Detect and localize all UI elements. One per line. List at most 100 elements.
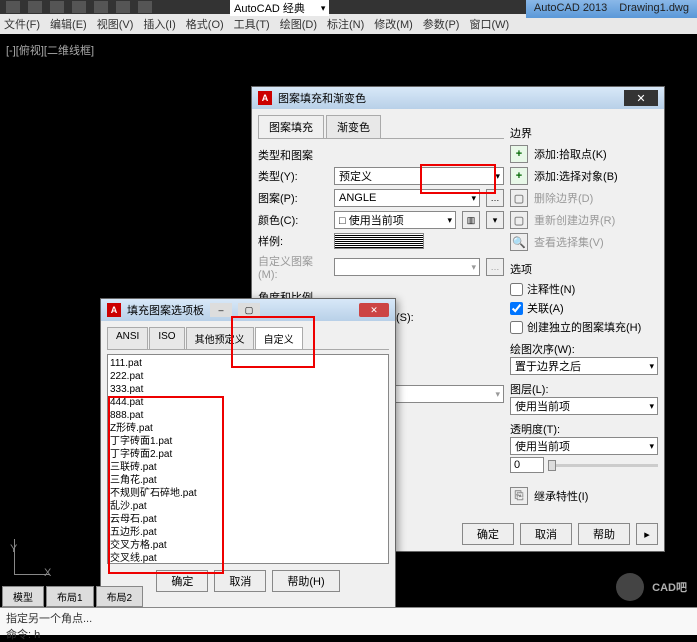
menu-param[interactable]: 参数(P) [423, 16, 460, 32]
plus-icon[interactable]: + [510, 167, 528, 185]
bg-color-button[interactable]: ▥ [462, 211, 480, 229]
viewport-label[interactable]: [-][俯视][二维线框] [0, 36, 697, 64]
tab-iso[interactable]: ISO [149, 327, 184, 349]
inherit-props[interactable]: 继承特性(I) [534, 488, 588, 504]
sample-swatch[interactable] [334, 233, 424, 249]
qat-icon[interactable] [50, 1, 64, 13]
draw-order-label: 绘图次序(W): [510, 341, 658, 357]
menu-window[interactable]: 窗口(W) [469, 16, 509, 32]
close-icon[interactable]: ✕ [359, 303, 389, 317]
watermark-icon [616, 573, 644, 601]
pattern-item[interactable]: 三角花.pat [110, 474, 386, 487]
pattern-list[interactable]: 111.pat222.pat333.pat444.pat888.patZ形砖.p… [107, 354, 389, 564]
hatch-dialog-titlebar[interactable]: A 图案填充和渐变色 ✕ [252, 87, 664, 109]
menu-insert[interactable]: 插入(I) [143, 16, 175, 32]
draw-order-combo[interactable]: 置于边界之后 [510, 357, 658, 375]
menu-dimension[interactable]: 标注(N) [327, 16, 364, 32]
cancel-button[interactable]: 取消 [214, 570, 266, 592]
pattern-item[interactable]: 丁字砖面2.pat [110, 448, 386, 461]
transparency-label: 透明度(T): [510, 421, 658, 437]
help-button[interactable]: 帮助 [578, 523, 630, 545]
annotative-checkbox[interactable] [510, 283, 523, 296]
tab-layout2[interactable]: 布局2 [96, 586, 144, 607]
plus-icon[interactable]: + [510, 145, 528, 163]
workspace-selector[interactable]: AutoCAD 经典 [230, 0, 329, 16]
menu-tools[interactable]: 工具(T) [234, 16, 270, 32]
menu-draw[interactable]: 绘图(D) [280, 16, 317, 32]
palette-tabs: ANSI ISO 其他预定义 自定义 [107, 327, 389, 350]
qat-icon[interactable] [6, 1, 20, 13]
tab-ansi[interactable]: ANSI [107, 327, 148, 349]
watermark-text: CAD吧 [652, 579, 687, 595]
pattern-item[interactable]: 交叉线.pat [110, 552, 386, 564]
maximize-icon[interactable]: ▢ [238, 303, 260, 317]
layout-tabs: 模型 布局1 布局2 [2, 586, 143, 607]
pattern-item[interactable]: 333.pat [110, 383, 386, 396]
tab-model[interactable]: 模型 [2, 586, 44, 607]
layer-combo[interactable]: 使用当前项 [510, 397, 658, 415]
pattern-browse-button[interactable]: … [486, 189, 504, 207]
pattern-item[interactable]: 111.pat [110, 357, 386, 370]
pattern-item[interactable]: 222.pat [110, 370, 386, 383]
layer-value: 使用当前项 [515, 398, 570, 414]
tab-hatch[interactable]: 图案填充 [258, 115, 324, 138]
app-name: AutoCAD 2013 [534, 2, 607, 16]
associative-checkbox[interactable] [510, 302, 523, 315]
boundary-heading: 边界 [510, 125, 658, 141]
tab-custom[interactable]: 自定义 [255, 327, 303, 349]
qat-icon[interactable] [94, 1, 108, 13]
recreate-boundary: 重新创建边界(R) [534, 212, 615, 228]
ok-button[interactable]: 确定 [156, 570, 208, 592]
pattern-item[interactable]: Z形砖.pat [110, 422, 386, 435]
pattern-combo[interactable]: ANGLE [334, 189, 480, 207]
pattern-item[interactable]: 交叉方格.pat [110, 539, 386, 552]
tab-other[interactable]: 其他预定义 [186, 327, 254, 349]
pattern-item[interactable]: 三联砖.pat [110, 461, 386, 474]
pattern-item[interactable]: 不规则矿石碎地.pat [110, 487, 386, 500]
help-button[interactable]: 帮助(H) [272, 570, 339, 592]
watermark: CAD吧 [616, 573, 687, 601]
transparency-combo[interactable]: 使用当前项 [510, 437, 658, 455]
inherit-icon[interactable]: ⎘ [510, 487, 528, 505]
view-icon: 🔍 [510, 233, 528, 251]
pattern-item[interactable]: 乱沙.pat [110, 500, 386, 513]
add-pick-points[interactable]: 添加:拾取点(K) [534, 146, 607, 162]
menu-file[interactable]: 文件(F) [4, 16, 40, 32]
pattern-item[interactable]: 888.pat [110, 409, 386, 422]
palette-titlebar[interactable]: A 填充图案选项板 – ▢ ✕ [101, 299, 395, 321]
menu-modify[interactable]: 修改(M) [374, 16, 413, 32]
add-select-objects[interactable]: 添加:选择对象(B) [534, 168, 618, 184]
pattern-item[interactable]: 云母石.pat [110, 513, 386, 526]
cancel-button[interactable]: 取消 [520, 523, 572, 545]
menu-view[interactable]: 视图(V) [97, 16, 134, 32]
minimize-icon[interactable]: – [210, 303, 232, 317]
menu-edit[interactable]: 编辑(E) [50, 16, 87, 32]
bg-color-dropdown[interactable]: ▾ [486, 211, 504, 229]
transparency-spin[interactable]: 0 [510, 457, 544, 473]
separate-checkbox[interactable] [510, 321, 523, 334]
tab-layout1[interactable]: 布局1 [46, 586, 94, 607]
tab-gradient[interactable]: 渐变色 [326, 115, 381, 138]
custom-pattern-combo [334, 258, 480, 276]
qat-icon[interactable] [72, 1, 86, 13]
expand-button[interactable]: ▸ [636, 523, 658, 545]
qat-icon[interactable] [138, 1, 152, 13]
pattern-item[interactable]: 五边形.pat [110, 526, 386, 539]
separate-label: 创建独立的图案填充(H) [527, 319, 641, 335]
qat-icon[interactable] [116, 1, 130, 13]
menu-format[interactable]: 格式(O) [186, 16, 224, 32]
pattern-item[interactable]: 444.pat [110, 396, 386, 409]
title-bar: AutoCAD 2013 Drawing1.dwg [526, 0, 697, 18]
qat-icon[interactable] [28, 1, 42, 13]
color-combo[interactable]: □ 使用当前项 [334, 211, 456, 229]
color-value: □ 使用当前项 [339, 212, 404, 228]
close-icon[interactable]: ✕ [624, 90, 658, 106]
pattern-item[interactable]: 丁字砖面1.pat [110, 435, 386, 448]
hatch-dialog-title: 图案填充和渐变色 [278, 90, 366, 106]
command-line[interactable]: 指定另一个角点... 命令: h [0, 607, 697, 635]
type-combo[interactable]: 预定义 [334, 167, 504, 185]
type-label: 类型(Y): [258, 168, 328, 184]
workspace-label: AutoCAD 经典 [234, 0, 305, 16]
transparency-slider[interactable] [548, 464, 658, 467]
ok-button[interactable]: 确定 [462, 523, 514, 545]
